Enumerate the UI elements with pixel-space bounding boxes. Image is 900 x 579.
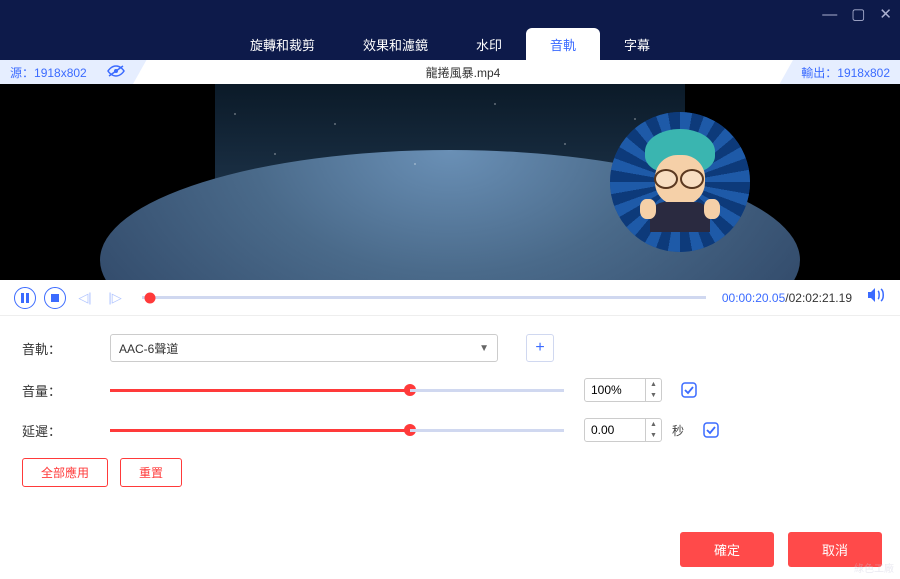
- cancel-button[interactable]: 取消: [788, 532, 882, 567]
- volume-up-stepper[interactable]: ▲: [646, 379, 661, 390]
- time-display: 00:00:20.05/02:02:21.19: [722, 291, 852, 305]
- progress-handle[interactable]: [145, 292, 156, 303]
- tab-audio-track[interactable]: 音軌: [526, 28, 600, 60]
- reset-button[interactable]: 重置: [120, 458, 182, 487]
- volume-slider[interactable]: [110, 389, 410, 392]
- delay-up-stepper[interactable]: ▲: [646, 419, 661, 430]
- ok-button[interactable]: 確定: [680, 532, 774, 567]
- tab-rotate-crop[interactable]: 旋轉和裁剪: [226, 28, 339, 60]
- delay-apply-icon[interactable]: [702, 421, 720, 439]
- track-label: 音軌：: [22, 339, 100, 358]
- tab-watermark[interactable]: 水印: [452, 28, 526, 60]
- source-info: 源：1918x802: [0, 60, 147, 85]
- volume-input[interactable]: [585, 383, 645, 397]
- tab-bar: 旋轉和裁剪 效果和濾鏡 水印 音軌 字幕: [0, 28, 900, 60]
- delay-unit: 秒: [672, 422, 684, 439]
- volume-label: 音量：: [22, 381, 100, 400]
- output-info: 輸出：1918x802: [779, 60, 900, 85]
- video-preview: [0, 84, 900, 280]
- delay-input[interactable]: [585, 423, 645, 437]
- volume-apply-icon[interactable]: [680, 381, 698, 399]
- volume-down-stepper[interactable]: ▼: [646, 390, 661, 401]
- delay-down-stepper[interactable]: ▼: [646, 430, 661, 441]
- tab-effects-filter[interactable]: 效果和濾鏡: [339, 28, 452, 60]
- close-button[interactable]: ✕: [879, 5, 892, 23]
- visibility-toggle-icon[interactable]: [107, 64, 125, 81]
- stop-button[interactable]: [44, 287, 66, 309]
- next-frame-button[interactable]: |▷: [104, 287, 126, 309]
- add-track-button[interactable]: +: [526, 334, 554, 362]
- avatar-overlay: [610, 112, 750, 252]
- tab-subtitle[interactable]: 字幕: [600, 28, 674, 60]
- progress-bar[interactable]: [142, 296, 706, 299]
- volume-icon[interactable]: [868, 287, 886, 308]
- delay-slider-handle[interactable]: [404, 424, 416, 436]
- delay-label: 延遲：: [22, 421, 100, 440]
- filename-label: 龍捲風暴.mp4: [147, 64, 780, 81]
- track-select[interactable]: AAC-6聲道 ▼: [110, 334, 498, 362]
- volume-slider-handle[interactable]: [404, 384, 416, 396]
- pause-button[interactable]: [14, 287, 36, 309]
- apply-all-button[interactable]: 全部應用: [22, 458, 108, 487]
- delay-slider[interactable]: [110, 429, 410, 432]
- maximize-button[interactable]: ▢: [851, 5, 865, 23]
- chevron-down-icon: ▼: [479, 343, 489, 354]
- minimize-button[interactable]: —: [822, 6, 837, 23]
- prev-frame-button[interactable]: ◁|: [74, 287, 96, 309]
